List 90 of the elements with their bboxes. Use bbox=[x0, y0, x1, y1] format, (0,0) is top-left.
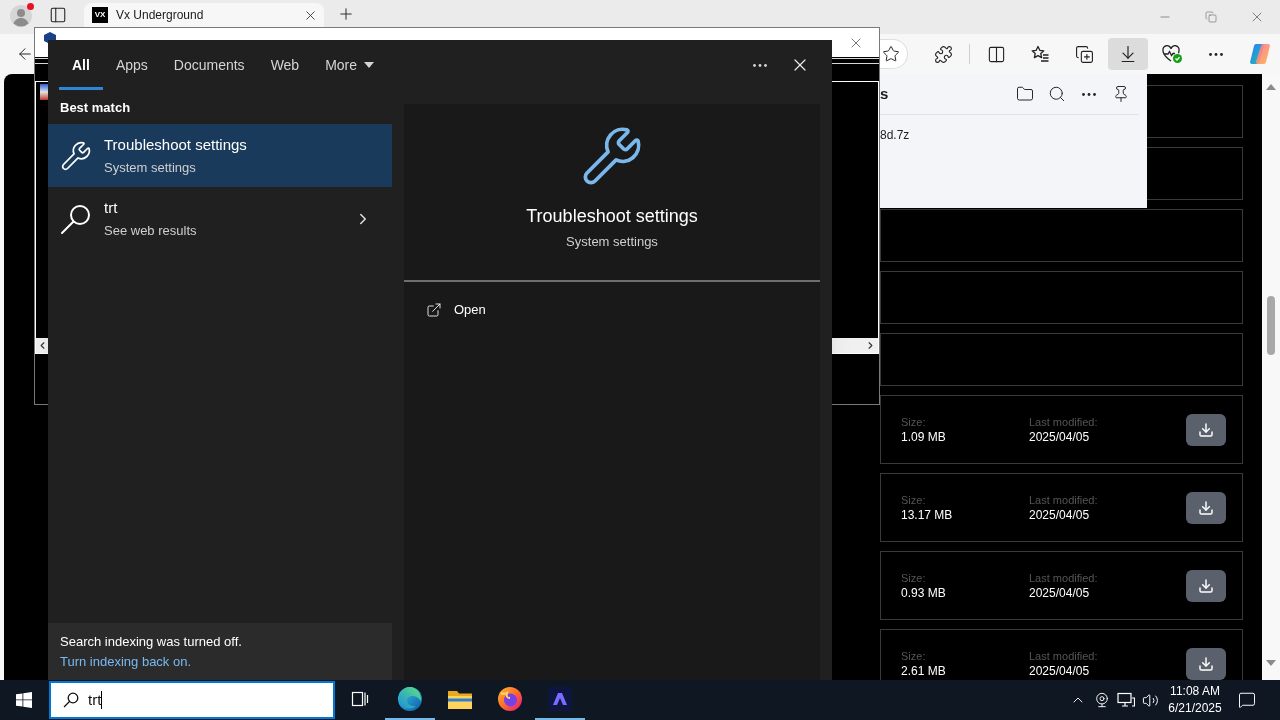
search-tab[interactable]: More bbox=[312, 40, 388, 90]
download-icon bbox=[1198, 499, 1214, 516]
square-logo-icon bbox=[547, 686, 573, 712]
size-value: 1.09 MB bbox=[901, 428, 946, 445]
wrench-icon bbox=[60, 139, 92, 172]
size-value: 0.93 MB bbox=[901, 584, 946, 601]
indexing-link[interactable]: Turn indexing back on. bbox=[60, 651, 192, 672]
size-label: Size: bbox=[901, 492, 926, 507]
modified-label: Last modified: bbox=[1029, 492, 1098, 507]
size-label: Size: bbox=[901, 570, 926, 585]
download-button[interactable] bbox=[1186, 569, 1226, 602]
download-button[interactable] bbox=[1186, 413, 1226, 446]
search-icon bbox=[60, 202, 92, 235]
scroll-up-icon bbox=[1266, 84, 1276, 90]
panel-title: s bbox=[880, 83, 889, 104]
open-window-icon bbox=[426, 302, 442, 318]
caret-icon bbox=[364, 62, 375, 68]
download-button[interactable] bbox=[1186, 491, 1226, 524]
size-value: 13.17 MB bbox=[901, 506, 953, 523]
download-icon bbox=[1198, 577, 1214, 594]
split-screen-icon bbox=[986, 44, 1006, 64]
clock-date[interactable]: 6/21/2025 bbox=[1168, 700, 1222, 717]
more-icon bbox=[1082, 92, 1096, 96]
pin-icon bbox=[1112, 85, 1130, 103]
folder-icon bbox=[1016, 85, 1034, 103]
download-button[interactable] bbox=[1186, 647, 1226, 680]
result-subtitle: See web results bbox=[104, 222, 197, 239]
restore-icon bbox=[1205, 11, 1217, 23]
windows-logo-icon bbox=[16, 692, 32, 708]
modified-label: Last modified: bbox=[1029, 570, 1098, 585]
tab-title: Vx Underground bbox=[116, 7, 205, 24]
plus-icon bbox=[337, 5, 355, 23]
speaker-icon bbox=[1141, 691, 1159, 709]
star-list-icon bbox=[1030, 44, 1050, 64]
modified-value: 2025/04/05 bbox=[1029, 584, 1090, 601]
size-label: Size: bbox=[901, 414, 926, 429]
downloads-button[interactable] bbox=[1108, 38, 1148, 70]
modified-value: 2025/04/05 bbox=[1029, 428, 1090, 445]
more-icon bbox=[753, 63, 767, 67]
result-title: trt bbox=[104, 198, 118, 218]
site-favicon: VX bbox=[92, 7, 108, 23]
profile-button[interactable] bbox=[9, 2, 35, 28]
fox-logo-icon bbox=[497, 686, 523, 712]
clock-time[interactable]: 11:08 AM bbox=[1170, 683, 1220, 700]
puzzle-icon bbox=[933, 44, 953, 64]
download-icon bbox=[1198, 655, 1214, 672]
search-tab[interactable]: Apps bbox=[102, 40, 161, 90]
size-value: 2.61 MB bbox=[901, 662, 946, 679]
task-view-icon bbox=[351, 690, 369, 708]
preview-title: Troubleshoot settings bbox=[526, 205, 698, 228]
browser-tab[interactable]: VX Vx Underground bbox=[84, 3, 324, 27]
modified-value: 2025/04/05 bbox=[1029, 506, 1090, 523]
search-tab[interactable]: Web bbox=[257, 40, 313, 90]
search-result[interactable]: Troubleshoot settings System settings bbox=[48, 124, 392, 187]
scroll-left-button[interactable] bbox=[36, 338, 48, 353]
search-icon bbox=[1048, 85, 1066, 103]
heart-pulse-icon bbox=[1161, 44, 1183, 64]
taskbar-search-field[interactable]: trt bbox=[49, 681, 335, 719]
preview-subtitle: System settings bbox=[566, 233, 658, 251]
image-thumbnail bbox=[40, 84, 48, 100]
collections-icon bbox=[1074, 44, 1094, 64]
section-heading: Best match bbox=[59, 99, 132, 117]
notification-icon bbox=[1238, 691, 1256, 709]
modified-value: 2025/04/05 bbox=[1029, 662, 1090, 679]
modified-label: Last modified: bbox=[1029, 648, 1098, 663]
folder-icon bbox=[447, 688, 473, 710]
download-file-name[interactable]: 8d.7z bbox=[880, 127, 910, 143]
profile-avatar-icon bbox=[9, 2, 35, 28]
colorful-logo-icon bbox=[1248, 42, 1272, 66]
more-icon bbox=[1209, 52, 1223, 56]
search-result[interactable]: trt See web results bbox=[48, 187, 392, 250]
notice-text: Search indexing was turned off. bbox=[60, 632, 242, 651]
tab-panel-icon bbox=[49, 6, 67, 24]
text-cursor-icon bbox=[101, 691, 103, 709]
result-subtitle: System settings bbox=[104, 159, 196, 176]
search-tab[interactable]: All bbox=[59, 40, 103, 90]
size-label: Size: bbox=[901, 648, 926, 663]
wave-logo-icon bbox=[397, 686, 423, 712]
star-icon bbox=[882, 45, 900, 63]
network-icon bbox=[1117, 692, 1135, 708]
webcam-icon bbox=[1094, 692, 1110, 708]
download-icon bbox=[1198, 421, 1214, 438]
modified-label: Last modified: bbox=[1029, 414, 1098, 429]
horizontal-scrollbar[interactable] bbox=[832, 338, 878, 353]
search-icon bbox=[63, 692, 79, 708]
result-title: Troubleshoot settings bbox=[104, 135, 247, 155]
open-action[interactable]: Open bbox=[426, 300, 486, 320]
scroll-down-icon bbox=[1266, 660, 1276, 666]
scrollbar-thumb[interactable] bbox=[1267, 296, 1275, 355]
search-tab[interactable]: Documents bbox=[160, 40, 258, 90]
